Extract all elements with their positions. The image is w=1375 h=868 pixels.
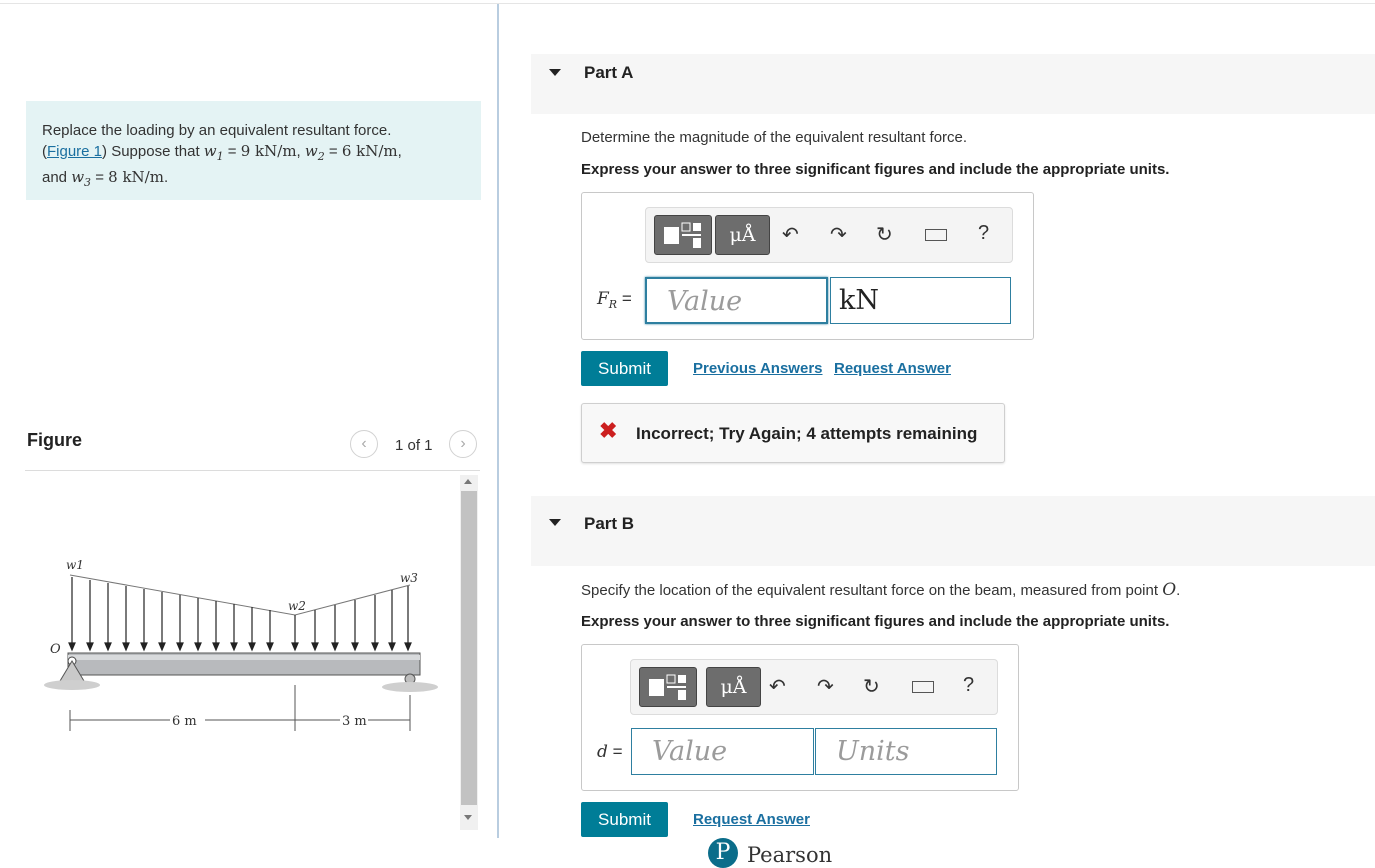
keyboard-icon[interactable] bbox=[925, 229, 947, 241]
templates-icon[interactable] bbox=[639, 667, 697, 707]
previous-answers-link[interactable]: Previous Answers bbox=[693, 360, 823, 377]
part-a-answer-box: μÅ ↶ ↷ ↻ ? FR = Value kN bbox=[581, 192, 1034, 340]
redo-icon[interactable]: ↷ bbox=[830, 222, 847, 247]
part-a-value-input[interactable]: Value bbox=[645, 277, 828, 324]
figure-title: Figure bbox=[27, 430, 83, 450]
help-button[interactable]: ? bbox=[978, 222, 989, 245]
part-a-question: Determine the magnitude of the equivalen… bbox=[581, 129, 968, 146]
prev-figure-button[interactable]: ‹ bbox=[350, 430, 378, 458]
origin-label: O bbox=[50, 642, 61, 657]
part-b-header[interactable]: Part B bbox=[531, 496, 1375, 566]
part-a-request-answer-link[interactable]: Request Answer bbox=[834, 360, 951, 377]
problem-text: Replace the loading by an equivalent res… bbox=[42, 122, 402, 189]
problem-statement: Replace the loading by an equivalent res… bbox=[26, 101, 481, 200]
part-b-title: Part B bbox=[584, 514, 635, 533]
part-a-title: Part A bbox=[584, 63, 634, 82]
undo-icon[interactable]: ↶ bbox=[782, 222, 799, 247]
figure-scrollbar-thumb[interactable] bbox=[461, 491, 477, 805]
beam-figure: w1 w2 w3 O 6 m 3 m bbox=[44, 558, 438, 731]
part-a-instruction: Express your answer to three significant… bbox=[581, 161, 1170, 178]
load-arrows bbox=[68, 577, 412, 652]
part-b-submit-button[interactable]: Submit bbox=[581, 802, 668, 837]
units-symbol-button[interactable]: μÅ bbox=[706, 667, 761, 707]
templates-icon[interactable] bbox=[654, 215, 712, 255]
part-a-submit-button[interactable]: Submit bbox=[581, 351, 668, 386]
span2-label: 3 m bbox=[342, 714, 367, 729]
w2-label: w2 bbox=[288, 599, 306, 613]
figure-divider bbox=[25, 470, 480, 471]
incorrect-x-icon: ✖ bbox=[599, 418, 618, 443]
part-b-request-answer-link[interactable]: Request Answer bbox=[693, 811, 810, 828]
pearson-logo: P bbox=[708, 838, 738, 868]
feedback-text: Incorrect; Try Again; 4 attempts remaini… bbox=[636, 424, 978, 443]
part-b-variable-label: d = bbox=[597, 742, 623, 762]
units-symbol-button[interactable]: μÅ bbox=[715, 215, 770, 255]
next-figure-button[interactable]: › bbox=[449, 430, 477, 458]
pearson-wordmark: Pearson bbox=[747, 843, 833, 867]
part-a-toolbar: μÅ ↶ ↷ ↻ ? bbox=[645, 207, 1013, 263]
figure-link[interactable]: Figure 1 bbox=[47, 143, 102, 160]
part-a-units-input[interactable]: kN bbox=[830, 277, 1011, 324]
panel-divider[interactable] bbox=[497, 4, 499, 838]
feedback-message: ✖ Incorrect; Try Again; 4 attempts remai… bbox=[581, 403, 1005, 463]
part-b-value-input[interactable]: Value bbox=[631, 728, 814, 775]
w1-label: w1 bbox=[66, 558, 84, 572]
keyboard-icon[interactable] bbox=[912, 681, 934, 693]
scroll-down-icon[interactable] bbox=[464, 815, 472, 820]
top-rule bbox=[0, 3, 1375, 4]
undo-icon[interactable]: ↶ bbox=[769, 674, 786, 699]
scroll-up-icon[interactable] bbox=[464, 479, 472, 484]
caret-down-icon[interactable] bbox=[549, 519, 561, 526]
span1-label: 6 m bbox=[172, 714, 197, 729]
part-a-variable-label: FR = bbox=[597, 289, 632, 312]
part-b-units-input[interactable]: Units bbox=[815, 728, 997, 775]
help-button[interactable]: ? bbox=[963, 674, 974, 697]
part-b-toolbar: μÅ ↶ ↷ ↻ ? bbox=[630, 659, 998, 715]
figure-pager-count: 1 of 1 bbox=[395, 437, 433, 454]
part-a-header[interactable]: Part A bbox=[531, 54, 1375, 114]
roller-support bbox=[382, 673, 438, 692]
part-b-answer-box: μÅ ↶ ↷ ↻ ? d = Value Units bbox=[581, 644, 1019, 791]
part-b-instruction: Express your answer to three significant… bbox=[581, 613, 1170, 630]
redo-icon[interactable]: ↷ bbox=[817, 674, 834, 699]
caret-down-icon[interactable] bbox=[549, 69, 561, 76]
load-outline bbox=[69, 574, 411, 616]
w3-label: w3 bbox=[400, 571, 418, 585]
reset-icon[interactable]: ↻ bbox=[876, 222, 893, 247]
reset-icon[interactable]: ↻ bbox=[863, 674, 880, 699]
part-b-question: Specify the location of the equivalent r… bbox=[581, 580, 1181, 600]
